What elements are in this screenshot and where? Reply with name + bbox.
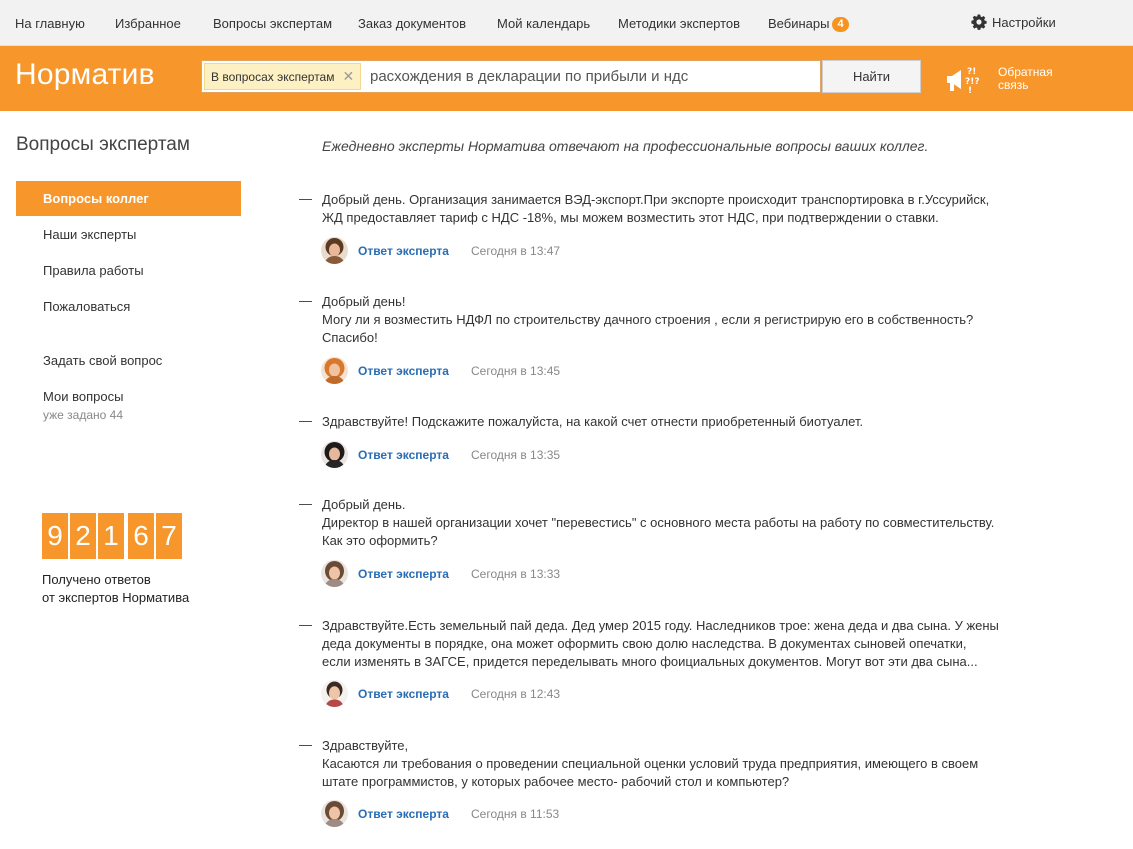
expert-answer-link[interactable]: Ответ эксперта (358, 364, 449, 378)
settings-link[interactable]: Настройки (971, 14, 1056, 30)
sidebar-item-rules[interactable]: Правила работы (16, 253, 241, 288)
nav-home[interactable]: На главную (15, 16, 85, 31)
question-line: Здравствуйте! Подскажите пожалуйста, на … (322, 414, 864, 429)
question-line: Спасибо! (322, 330, 378, 345)
question-time: Сегодня в 13:47 (471, 244, 561, 258)
sidebar-item-our-experts[interactable]: Наши эксперты (16, 217, 241, 252)
counter-digit: 9 (42, 513, 68, 559)
counter-digit: 7 (156, 513, 182, 559)
search-input[interactable] (370, 61, 818, 92)
question-line: Здравствуйте, (322, 738, 409, 753)
expert-answer-link[interactable]: Ответ эксперта (358, 807, 449, 821)
counter-caption-line2: от экспертов Норматива (42, 590, 190, 605)
question-time: Сегодня в 12:43 (471, 687, 561, 701)
question-line: Директор в нашей организации хочет "пере… (322, 515, 995, 530)
question-dash: — (299, 617, 312, 632)
close-icon[interactable]: ✕ (342, 68, 354, 84)
question-line: ЖД предоставляет тариф с НДС -18%, мы мо… (322, 210, 939, 225)
nav-document-order[interactable]: Заказ документов (358, 16, 466, 31)
question-line: Добрый день. Организация занимается ВЭД-… (322, 192, 990, 207)
search-scope-label: В вопросах экспертам (211, 70, 335, 84)
settings-label: Настройки (992, 15, 1056, 30)
expert-avatar[interactable] (321, 441, 348, 468)
question-line: Как это оформить? (322, 533, 438, 548)
counter-caption: Получено ответов от экспертов Норматива (42, 571, 189, 607)
expert-answer-link[interactable]: Ответ эксперта (358, 687, 449, 701)
question-line: деда документы в порядке, она может офор… (322, 636, 967, 651)
question-text[interactable]: Добрый день! Могу ли я возместить НДФЛ п… (322, 293, 1042, 347)
counter-digit: 6 (128, 513, 154, 559)
counter-digit: 1 (98, 513, 124, 559)
nav-expert-questions[interactable]: Вопросы экспертам (213, 16, 332, 31)
nav-webinars[interactable]: Вебинары 4 (768, 16, 849, 32)
counter-caption-line1: Получено ответов (42, 572, 151, 587)
question-dash: — (299, 413, 312, 428)
header-bar: Норматив В вопросах экспертам ✕ Найти ?! … (0, 46, 1133, 111)
nav-expert-methods[interactable]: Методики экспертов (618, 16, 740, 31)
webinars-count-badge: 4 (832, 17, 849, 32)
nav-webinars-label: Вебинары (768, 16, 830, 31)
question-line: Могу ли я возместить НДФЛ по строительст… (322, 312, 974, 327)
search-scope-chip[interactable]: В вопросах экспертам ✕ (204, 63, 362, 90)
question-dash: — (299, 191, 312, 206)
question-time: Сегодня в 13:45 (471, 364, 561, 378)
question-text[interactable]: Добрый день. Директор в нашей организаци… (322, 496, 1042, 550)
top-navigation: На главную Избранное Вопросы экспертам З… (0, 0, 1133, 46)
find-button[interactable]: Найти (822, 60, 921, 93)
nav-my-calendar[interactable]: Мой календарь (497, 16, 590, 31)
question-line: штате программистов, у которых рабочее м… (322, 774, 790, 789)
expert-avatar[interactable] (321, 680, 348, 707)
svg-text:!: ! (968, 86, 972, 94)
gear-icon (971, 14, 987, 30)
search-box: В вопросах экспертам ✕ (201, 60, 821, 93)
question-line: Добрый день. (322, 497, 406, 512)
question-text[interactable]: Здравствуйте, Касаются ли требования о п… (322, 737, 1042, 791)
question-text[interactable]: Здравствуйте.Есть земельный пай деда. Де… (322, 617, 1042, 671)
question-text[interactable]: Добрый день. Организация занимается ВЭД-… (322, 191, 1042, 227)
expert-answer-link[interactable]: Ответ эксперта (358, 567, 449, 581)
question-dash: — (299, 737, 312, 752)
sidebar-item-complain[interactable]: Пожаловаться (16, 289, 241, 324)
question-time: Сегодня в 13:35 (471, 448, 561, 462)
question-line: Добрый день! (322, 294, 406, 309)
my-questions-count: уже задано 44 (43, 408, 124, 422)
expert-answer-link[interactable]: Ответ эксперта (358, 448, 449, 462)
expert-avatar[interactable] (321, 357, 348, 384)
question-dash: — (299, 293, 312, 308)
logo[interactable]: Норматив (15, 58, 155, 92)
expert-answer-link[interactable]: Ответ эксперта (358, 244, 449, 258)
question-line: если изменять в ЗАГСЕ, придется переделы… (322, 654, 978, 669)
intro-text: Ежедневно эксперты Норматива отвечают на… (322, 138, 929, 154)
expert-avatar[interactable] (321, 237, 348, 264)
feedback-label-line2: связь (998, 78, 1029, 92)
feedback-label: Обратная связь (998, 66, 1068, 92)
question-time: Сегодня в 11:53 (471, 807, 560, 821)
expert-avatar[interactable] (321, 560, 348, 587)
megaphone-icon: ?! ?!? ! (947, 67, 980, 94)
sidebar-title: Вопросы экспертам (16, 134, 190, 155)
question-text[interactable]: Здравствуйте! Подскажите пожалуйста, на … (322, 413, 1042, 431)
question-line: Касаются ли требования о проведении спец… (322, 756, 979, 771)
sidebar-item-colleague-questions[interactable]: Вопросы коллег (16, 181, 241, 216)
counter-digit: 2 (70, 513, 96, 559)
svg-text:?!: ?! (967, 67, 976, 77)
question-dash: — (299, 496, 312, 511)
question-line: Здравствуйте.Есть земельный пай деда. Де… (322, 618, 999, 633)
sidebar-item-ask-question[interactable]: Задать свой вопрос (16, 343, 241, 378)
expert-avatar[interactable] (321, 800, 348, 827)
nav-favorites[interactable]: Избранное (115, 16, 181, 31)
question-time: Сегодня в 13:33 (471, 567, 561, 581)
